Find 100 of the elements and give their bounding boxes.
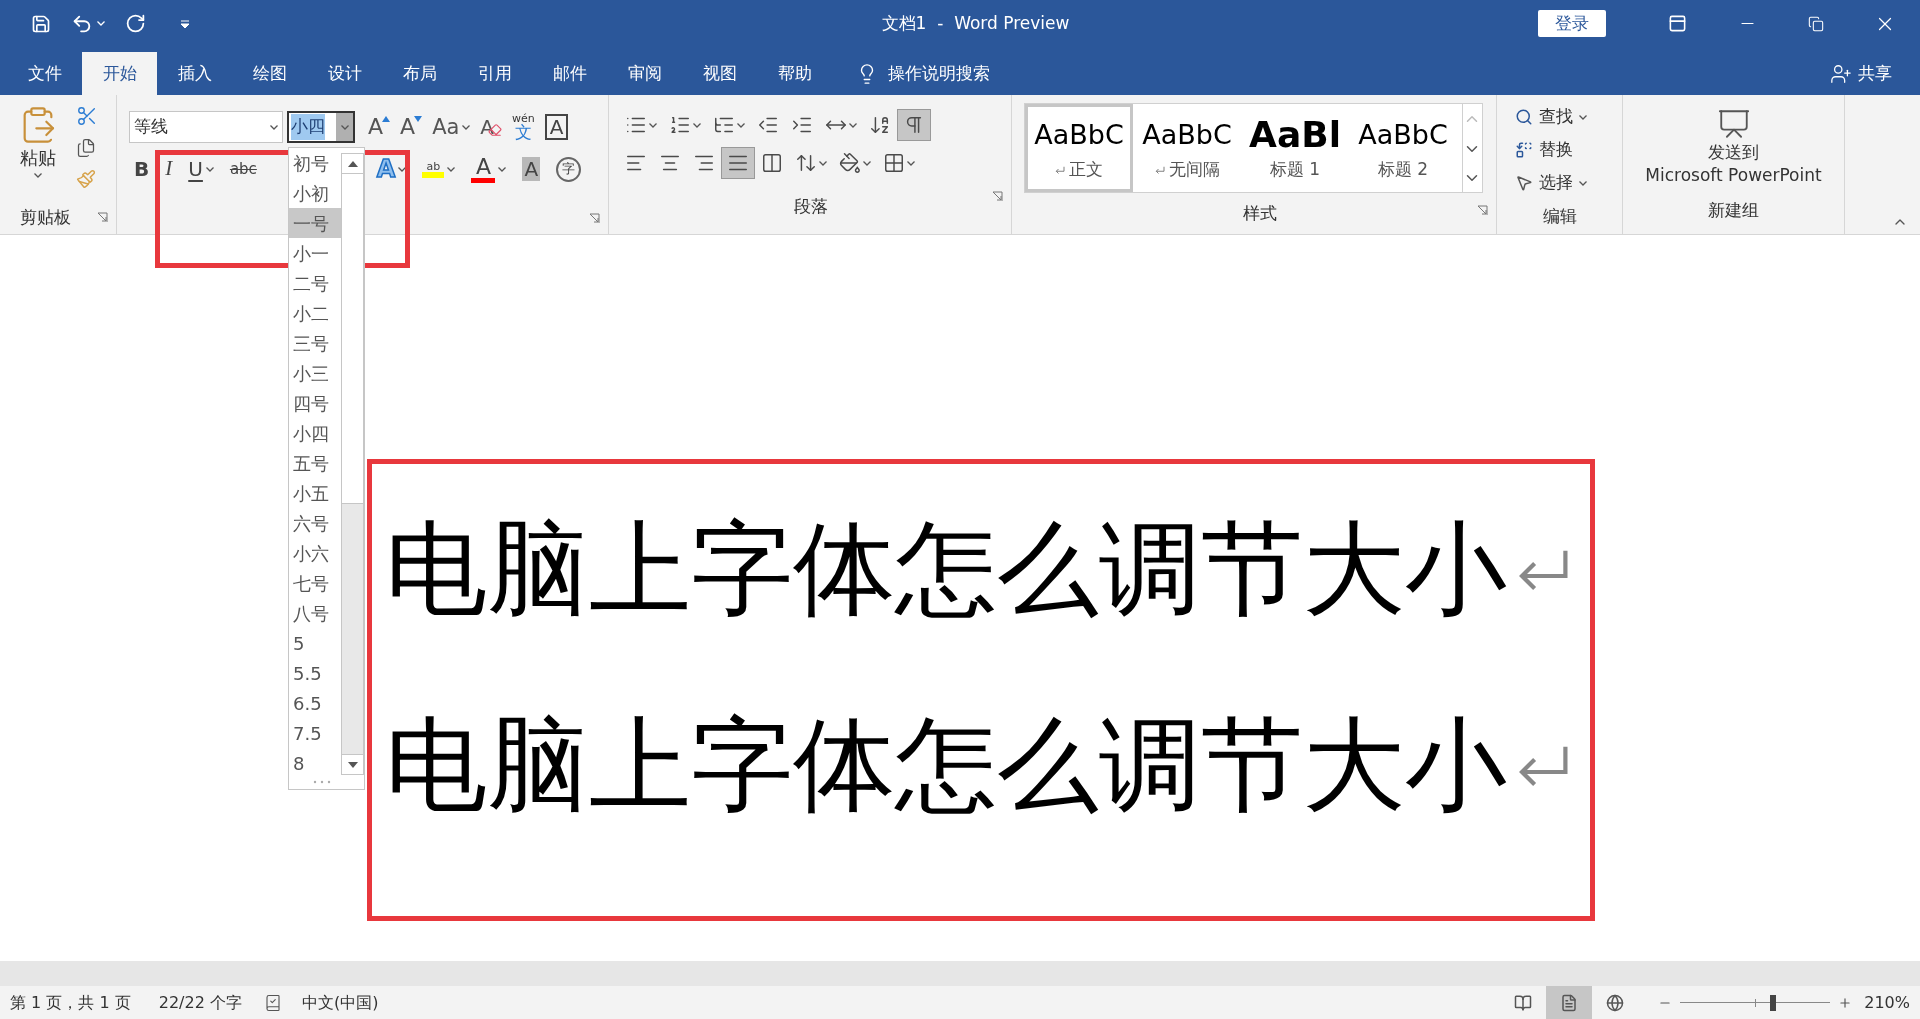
size-option[interactable]: 小四 <box>289 418 341 448</box>
sort-icon <box>869 114 891 136</box>
sign-in-button[interactable]: 登录 <box>1538 10 1606 37</box>
view-button[interactable] <box>1546 986 1593 1019</box>
shrink-button[interactable]: A <box>395 111 428 143</box>
style-item[interactable]: AaBl 标题 1 <box>1241 104 1349 192</box>
ribbon-tab[interactable]: 引用 <box>457 52 532 95</box>
dialog-launcher-icon[interactable] <box>992 191 1003 202</box>
style-item[interactable]: AaBbC 无间隔 <box>1133 104 1241 192</box>
ribbon-tab[interactable]: 文件 <box>7 52 82 95</box>
zoom-thumb[interactable] <box>1770 994 1777 1011</box>
down-triangle-icon <box>414 116 423 122</box>
size-option[interactable]: 三号 <box>289 328 341 358</box>
document-text: 电脑上字体怎么调节大小 <box>385 714 1507 816</box>
customize-menu-icon[interactable] <box>180 19 190 28</box>
page-count[interactable]: 第 1 页，共 1 页 <box>10 990 131 1015</box>
proofing-icon[interactable] <box>263 993 282 1012</box>
case-button[interactable]: Aa <box>427 111 476 143</box>
word-count[interactable]: 22/22 个字 <box>158 990 242 1015</box>
size-option[interactable]: 七号 <box>289 568 341 598</box>
zoom-in-icon[interactable] <box>1838 995 1853 1010</box>
style-item[interactable]: AaBbC 正文 <box>1025 104 1133 192</box>
scroll-down-button[interactable] <box>342 754 363 774</box>
size-option[interactable]: 5 <box>289 628 341 658</box>
font-size-field[interactable]: 小四 <box>287 111 355 143</box>
scroll-up-button[interactable] <box>342 154 363 174</box>
size-option[interactable]: 小五 <box>289 478 341 508</box>
marks-button[interactable] <box>897 109 931 141</box>
clear-button[interactable]: A <box>475 111 508 143</box>
zoom-slider[interactable] <box>1680 994 1831 1011</box>
size-option[interactable]: 一号 <box>289 208 341 238</box>
size-option[interactable]: 小初 <box>289 178 341 208</box>
justify-button[interactable] <box>721 147 755 179</box>
highlight-button[interactable]: ab <box>417 153 461 185</box>
grow-button[interactable]: A <box>363 111 396 143</box>
scissors-icon[interactable] <box>76 105 98 127</box>
save-icon[interactable] <box>31 13 51 34</box>
ribbon-tab[interactable]: 视图 <box>682 52 757 95</box>
caret-icon <box>34 173 42 178</box>
size-option[interactable]: 小二 <box>289 298 341 328</box>
restore-icon[interactable] <box>1808 15 1824 32</box>
select-button[interactable]: 选择 <box>1515 167 1622 199</box>
shading-button[interactable]: A <box>517 153 546 185</box>
numbered-list-icon <box>669 114 691 136</box>
paint-bucket-icon <box>839 152 861 174</box>
size-option[interactable]: 7.5 <box>289 718 341 748</box>
replace-icon <box>1515 141 1533 159</box>
ribbon-display-icon[interactable] <box>1667 14 1687 33</box>
italic-button[interactable]: I <box>160 153 178 185</box>
strike-button[interactable]: abc <box>224 153 262 185</box>
zoom-level[interactable]: 210% <box>1864 990 1910 1015</box>
group-label: 段落 <box>794 198 828 215</box>
size-option[interactable]: 八号 <box>289 598 341 628</box>
size-option[interactable]: 小三 <box>289 358 341 388</box>
window-title: 文档1 - Word Preview <box>881 11 1070 35</box>
ribbon-tab[interactable]: 开始 <box>82 52 157 95</box>
dialog-launcher-icon[interactable] <box>589 213 600 224</box>
size-option[interactable]: 8 <box>289 748 341 778</box>
size-option[interactable]: 小一 <box>289 238 341 268</box>
color-bar <box>471 177 496 183</box>
size-option[interactable]: 六号 <box>289 508 341 538</box>
font-name-field[interactable]: 等线 <box>129 111 283 143</box>
dialog-launcher-icon[interactable] <box>97 211 108 223</box>
caret-icon[interactable] <box>97 21 105 26</box>
down-arrow-icon <box>347 761 358 768</box>
ribbon-tab[interactable]: 绘图 <box>232 52 307 95</box>
ribbon-tab[interactable]: 布局 <box>382 52 457 95</box>
ribbon-tab[interactable]: 帮助 <box>757 52 832 95</box>
paste-button[interactable]: 粘贴 <box>18 103 58 188</box>
find-button[interactable]: 查找 <box>1515 101 1622 133</box>
ribbon-tab[interactable]: 插入 <box>157 52 232 95</box>
color-button[interactable]: A <box>466 153 512 185</box>
size-option[interactable]: 五号 <box>289 448 341 478</box>
bold-button[interactable]: B <box>129 153 155 185</box>
share-button[interactable]: 共享 <box>1830 52 1920 95</box>
size-option[interactable]: 二号 <box>289 268 341 298</box>
document-text: 电脑上字体怎么调节大小 <box>385 518 1507 620</box>
replace-button[interactable]: 替换 <box>1515 134 1622 166</box>
size-option[interactable]: 初号 <box>289 148 341 178</box>
size-option[interactable]: 6.5 <box>289 688 341 718</box>
dialog-launcher-icon[interactable] <box>1477 205 1488 216</box>
copy-icon[interactable] <box>76 138 96 158</box>
send-to-powerpoint-button[interactable]: 发送到 Microsoft PowerPoint <box>1645 107 1822 187</box>
up-triangle-icon <box>382 116 391 122</box>
size-option[interactable]: 5.5 <box>289 658 341 688</box>
pointer-icon <box>1515 174 1533 192</box>
phonetic-button[interactable]: wén 文 <box>507 111 540 143</box>
style-item[interactable]: AaBbC 标题 2 <box>1349 104 1457 192</box>
tell-me-search[interactable]: 操作说明搜索 <box>888 60 990 87</box>
ribbon-tab[interactable]: 设计 <box>307 52 382 95</box>
size-option[interactable]: 小六 <box>289 538 341 568</box>
redo-icon[interactable] <box>125 13 146 34</box>
language-indicator[interactable]: 中文(中国) <box>301 990 379 1015</box>
scroll-thumb[interactable] <box>342 174 363 504</box>
ribbon-tab[interactable]: 审阅 <box>607 52 682 95</box>
ribbon-tab[interactable]: 邮件 <box>532 52 607 95</box>
size-option[interactable]: 四号 <box>289 388 341 418</box>
presentation-icon <box>1716 107 1751 141</box>
caret-icon <box>270 124 278 130</box>
underline-button[interactable]: U <box>183 153 219 185</box>
